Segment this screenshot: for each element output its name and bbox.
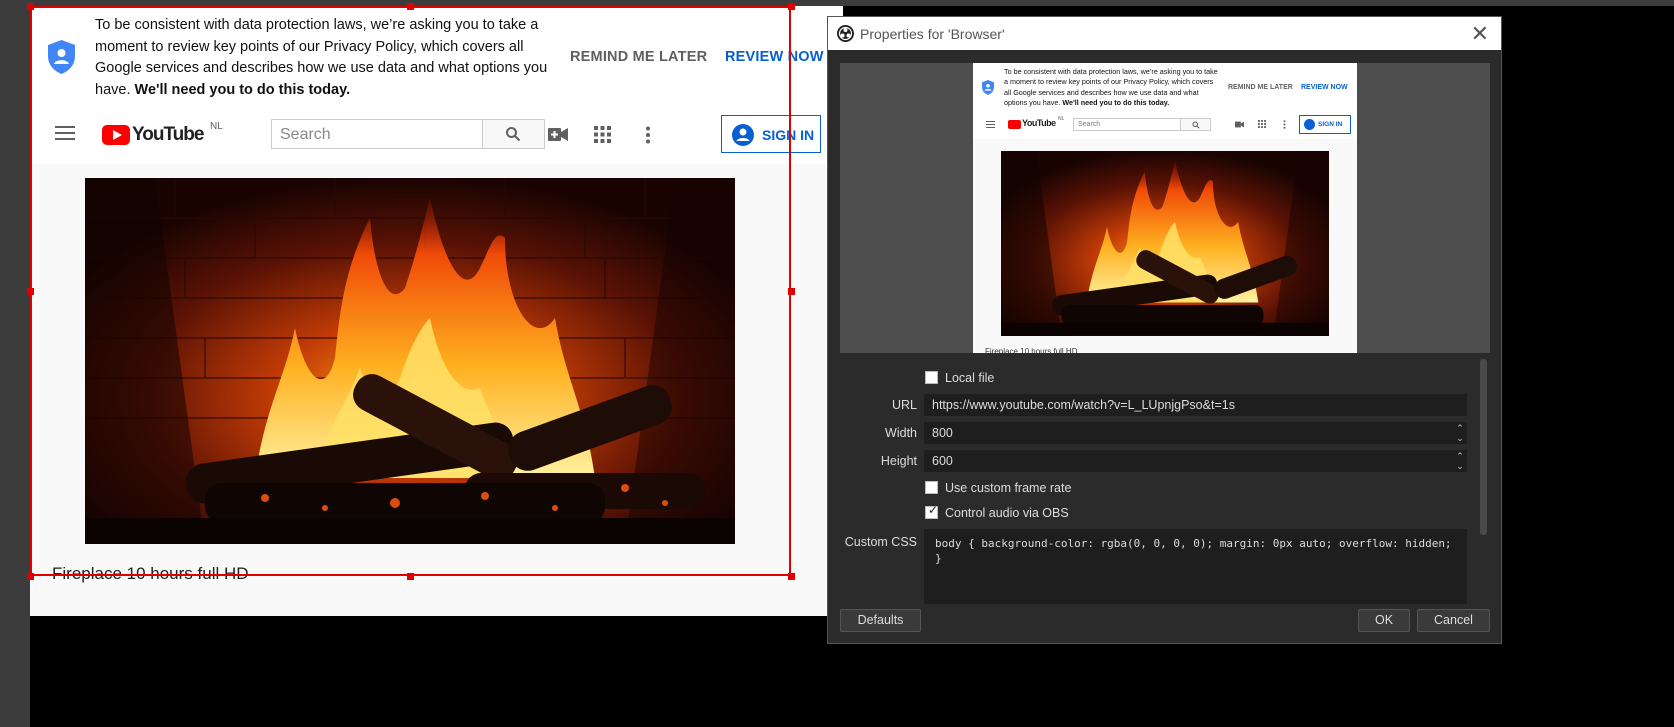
sign-in-button[interactable]: SIGN IN (721, 115, 821, 153)
fireplace-image (85, 178, 735, 544)
dialog-title: Properties for 'Browser' (860, 26, 1005, 42)
browser-source[interactable]: To be consistent with data protection la… (30, 6, 843, 616)
resize-handle-sw[interactable] (27, 573, 34, 580)
preview-shield-icon (982, 80, 994, 95)
search-icon (506, 127, 521, 142)
cancel-button[interactable]: Cancel (1417, 609, 1490, 632)
custom-css-textarea[interactable]: body { background-color: rgba(0, 0, 0, 0… (924, 529, 1467, 604)
video-player[interactable] (85, 178, 735, 544)
shield-person-icon (48, 40, 75, 74)
obs-logo-icon (837, 25, 854, 42)
preview-fireplace-image (1001, 151, 1329, 336)
preview-search-button (1181, 118, 1211, 131)
preview-more-icon (1283, 120, 1286, 129)
checkmark-icon: ✓ (928, 503, 939, 517)
custom-css-label: Custom CSS (844, 535, 917, 549)
preview-consent-message: To be consistent with data protection la… (1004, 67, 1218, 108)
apps-grid-icon[interactable] (594, 126, 611, 143)
preview-create-icon (1235, 121, 1244, 128)
chevron-up-icon[interactable]: ⌃ (1453, 423, 1467, 433)
resize-handle-se[interactable] (788, 573, 795, 580)
control-audio-checkbox[interactable]: ✓ (925, 503, 939, 519)
width-input[interactable]: 800 (924, 422, 1467, 444)
review-now-button[interactable]: REVIEW NOW (725, 49, 824, 65)
width-label: Width (885, 426, 917, 440)
chevron-up-icon[interactable]: ⌃ (1453, 451, 1467, 461)
height-stepper[interactable]: ⌃ ⌄ (1453, 451, 1467, 471)
search-button[interactable] (483, 119, 545, 149)
form-scrollbar[interactable] (1480, 359, 1487, 535)
close-icon[interactable]: ✕ (1471, 21, 1489, 47)
resize-handle-n[interactable] (407, 3, 414, 10)
preview-youtube-header: YouTube NL Search SIGN IN (973, 111, 1357, 139)
height-input[interactable]: 600 (924, 450, 1467, 472)
ok-button[interactable]: OK (1358, 609, 1410, 632)
more-vert-icon[interactable] (645, 126, 651, 144)
preview-apps-icon (1258, 120, 1266, 128)
create-video-icon[interactable] (548, 127, 568, 142)
custom-frame-rate-checkbox[interactable] (925, 481, 938, 494)
resize-handle-s[interactable] (407, 573, 414, 580)
youtube-header: YouTube NL Search SIGN IN (30, 107, 843, 164)
dialog-title-bar[interactable]: Properties for 'Browser' ✕ (828, 17, 1501, 50)
custom-frame-rate-label: Use custom frame rate (945, 481, 1072, 495)
local-file-label: Local file (945, 371, 995, 385)
preview-logo-text: YouTube (1022, 118, 1056, 128)
height-label: Height (880, 454, 917, 468)
preview-remind-button: REMIND ME LATER (1228, 84, 1293, 91)
resize-handle-w[interactable] (27, 288, 34, 295)
preview-region-code: NL (1058, 116, 1065, 122)
control-audio-label: Control audio via OBS (945, 506, 1069, 520)
preview-video (1001, 151, 1329, 336)
video-title[interactable]: Fireplace 10 hours full HD (52, 564, 249, 584)
preview-review-button: REVIEW NOW (1301, 84, 1348, 91)
url-input[interactable]: https://www.youtube.com/watch?v=L_LUpnjg… (924, 394, 1467, 416)
preview-consent-banner: To be consistent with data protection la… (973, 63, 1357, 111)
youtube-play-icon (102, 125, 130, 145)
remind-me-later-button[interactable]: REMIND ME LATER (570, 49, 707, 65)
consent-banner: To be consistent with data protection la… (30, 6, 843, 108)
width-stepper[interactable]: ⌃ ⌄ (1453, 423, 1467, 443)
defaults-button[interactable]: Defaults (840, 609, 921, 632)
preview-search-input: Search (1073, 118, 1181, 131)
preview-video-title: Fireplace 10 hours full HD (985, 347, 1078, 353)
local-file-checkbox[interactable] (925, 371, 938, 384)
preview-sign-in-button: SIGN IN (1299, 115, 1351, 134)
preview-account-icon (1304, 119, 1315, 130)
account-icon (732, 124, 754, 146)
url-label: URL (891, 398, 917, 412)
resize-handle-ne[interactable] (788, 3, 795, 10)
workspace-left (0, 0, 30, 727)
resize-handle-e[interactable] (788, 288, 795, 295)
preview-search-icon (1192, 121, 1200, 129)
hamburger-menu-icon[interactable] (55, 126, 75, 144)
preview-hamburger-icon (986, 121, 995, 128)
chevron-down-icon[interactable]: ⌄ (1453, 461, 1467, 471)
youtube-logo-text: YouTube (132, 124, 204, 145)
consent-message: To be consistent with data protection la… (95, 17, 548, 98)
source-preview: To be consistent with data protection la… (840, 63, 1490, 353)
preview-page: To be consistent with data protection la… (973, 63, 1357, 353)
chevron-down-icon[interactable]: ⌄ (1453, 433, 1467, 443)
properties-form: Local file URL https://www.youtube.com/w… (840, 359, 1476, 604)
search-input[interactable]: Search (271, 119, 483, 149)
properties-dialog: Properties for 'Browser' ✕ To be consist… (827, 16, 1502, 644)
preview-youtube-play-icon (1008, 120, 1021, 129)
resize-handle-nw[interactable] (27, 3, 34, 10)
region-code: NL (210, 121, 223, 132)
